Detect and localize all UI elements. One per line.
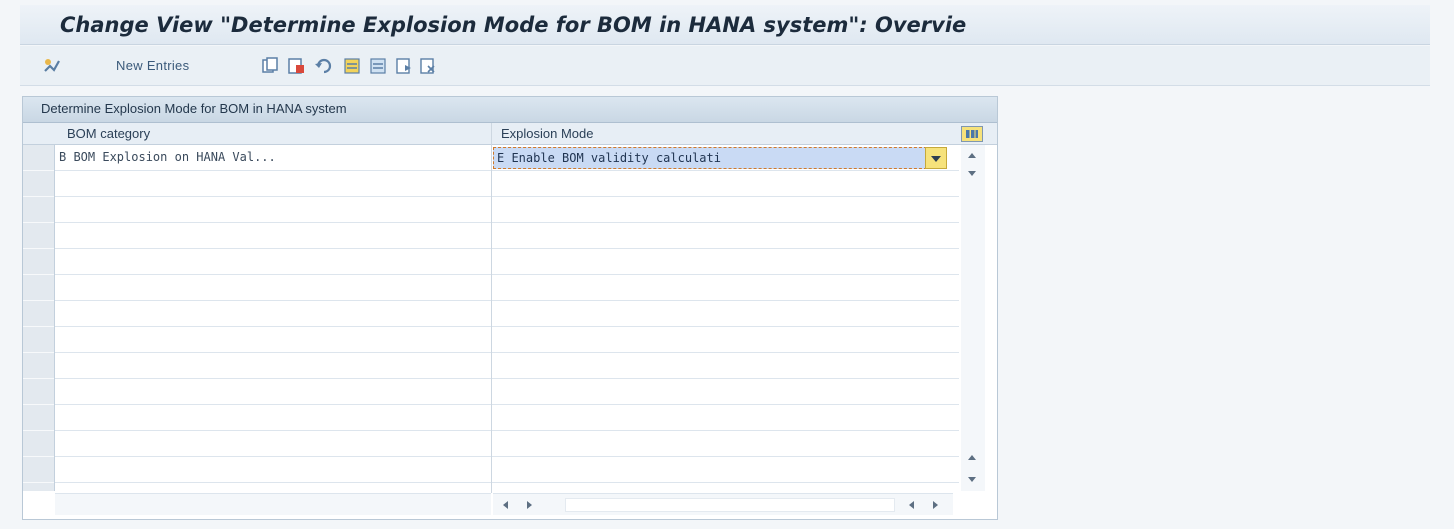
explosion-mode-value: E Enable BOM validity calculati	[497, 151, 721, 165]
table-row	[55, 223, 959, 249]
scroll-up-icon[interactable]	[968, 153, 976, 158]
table-control: Determine Explosion Mode for BOM in HANA…	[22, 96, 998, 520]
table-body: B BOM Explosion on HANA Val...	[55, 145, 959, 491]
column-header-bom-category[interactable]: BOM category	[67, 126, 150, 141]
title-bar: Change View "Determine Explosion Mode fo…	[20, 5, 1430, 45]
select-block-icon[interactable]	[394, 56, 414, 76]
deselect-block-icon[interactable]	[418, 56, 438, 76]
select-all-icon[interactable]	[342, 56, 362, 76]
row-selector[interactable]	[23, 353, 54, 379]
row-selector[interactable]	[23, 431, 54, 457]
table-row	[55, 301, 959, 327]
scroll-track[interactable]	[565, 498, 895, 512]
table-row	[55, 457, 959, 483]
deselect-all-icon[interactable]	[368, 56, 388, 76]
row-selector[interactable]	[23, 145, 54, 171]
page-title: Change View "Determine Explosion Mode fo…	[60, 13, 967, 37]
explosion-mode-dropdown-button[interactable]	[925, 147, 947, 169]
column-header-explosion-mode[interactable]: Explosion Mode	[501, 126, 594, 141]
toolbar: New Entries	[20, 46, 1430, 86]
row-selector[interactable]	[23, 327, 54, 353]
bom-column-hscroll	[55, 493, 491, 515]
explosion-mode-field[interactable]: E Enable BOM validity calculati	[493, 147, 947, 169]
scroll-left-icon[interactable]	[503, 501, 508, 509]
table-row	[55, 197, 959, 223]
display-change-icon[interactable]	[42, 56, 62, 76]
row-selector[interactable]	[23, 405, 54, 431]
copy-icon[interactable]	[260, 56, 280, 76]
table-row	[55, 431, 959, 457]
row-selector[interactable]	[23, 275, 54, 301]
scroll-down-icon[interactable]	[968, 477, 976, 482]
column-divider[interactable]	[491, 123, 492, 493]
undo-icon[interactable]	[314, 56, 334, 76]
table-title-bar: Determine Explosion Mode for BOM in HANA…	[23, 97, 997, 123]
horizontal-scrollbar[interactable]	[493, 493, 953, 515]
table-row	[55, 353, 959, 379]
table-row	[55, 249, 959, 275]
chevron-down-icon	[931, 156, 941, 162]
row-selector[interactable]	[23, 171, 54, 197]
row-selector[interactable]	[23, 249, 54, 275]
row-selector[interactable]	[23, 379, 54, 405]
vertical-scrollbar[interactable]	[961, 145, 985, 491]
row-selector[interactable]	[23, 457, 54, 483]
row-selector-column	[23, 145, 55, 491]
table-row	[55, 327, 959, 353]
row-selector[interactable]	[23, 301, 54, 327]
table-title: Determine Explosion Mode for BOM in HANA…	[41, 101, 347, 116]
table-settings-icon[interactable]	[961, 126, 983, 142]
row-selector[interactable]	[23, 197, 54, 223]
new-entries-button[interactable]: New Entries	[116, 58, 189, 73]
scroll-right-icon[interactable]	[527, 501, 532, 509]
page-down-icon[interactable]	[968, 171, 976, 176]
table-row	[55, 275, 959, 301]
copy-as-icon[interactable]	[286, 56, 306, 76]
scroll-right-end-icon[interactable]	[933, 501, 938, 509]
table-header: BOM category Explosion Mode	[23, 123, 997, 145]
row-selector[interactable]	[23, 223, 54, 249]
scroll-left-end-icon[interactable]	[909, 501, 914, 509]
table-row	[55, 171, 959, 197]
page-up-icon[interactable]	[968, 455, 976, 460]
table-row	[55, 405, 959, 431]
bom-category-cell[interactable]: B BOM Explosion on HANA Val...	[59, 150, 489, 164]
table-row	[55, 379, 959, 405]
